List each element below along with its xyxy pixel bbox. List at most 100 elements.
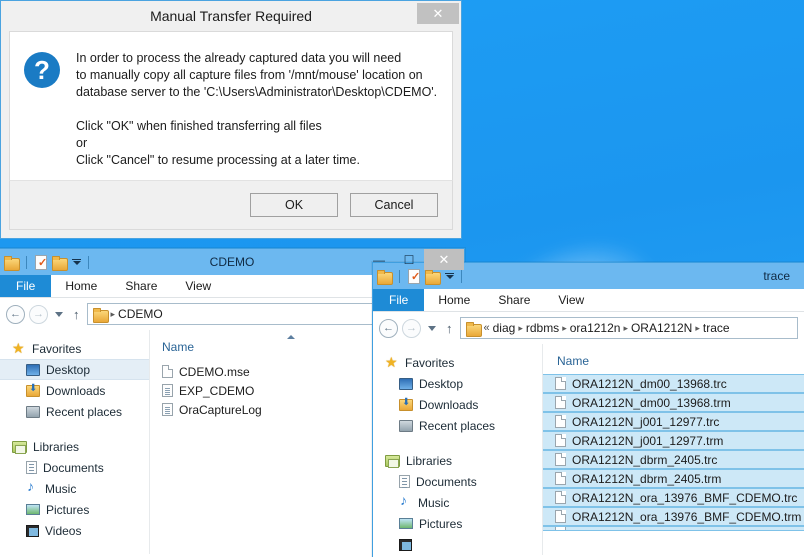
sidebar-item-pictures[interactable]: Pictures: [0, 499, 149, 520]
nav-label: Pictures: [419, 516, 463, 531]
nav-label: Videos: [45, 523, 82, 538]
question-mark-icon: ?: [24, 52, 60, 88]
sidebar-item-recent-places[interactable]: Recent places: [373, 415, 542, 436]
close-icon[interactable]: ✕: [417, 3, 459, 24]
file-name: ORA1212N_dm00_13968.trc: [572, 376, 727, 391]
sidebar-item-videos-partial[interactable]: [373, 534, 542, 555]
sidebar-item-desktop[interactable]: Desktop: [373, 373, 542, 394]
tab-home[interactable]: Home: [424, 289, 484, 311]
nav-header-libraries[interactable]: Libraries: [373, 450, 542, 471]
text-file-icon: [162, 384, 173, 397]
new-folder-icon[interactable]: [52, 255, 68, 271]
tab-file[interactable]: File: [373, 289, 425, 311]
recent-locations-icon[interactable]: [55, 311, 63, 317]
tab-view[interactable]: View: [171, 275, 225, 297]
up-button[interactable]: ↑: [70, 307, 83, 322]
cdemo-titlebar[interactable]: CDEMO — ☐ ✕: [0, 249, 464, 275]
manual-transfer-dialog[interactable]: Manual Transfer Required ✕ ? In order to…: [0, 0, 462, 239]
tab-share[interactable]: Share: [111, 275, 171, 297]
nav-label: Downloads: [419, 397, 479, 412]
sidebar-item-music[interactable]: Music: [0, 478, 149, 499]
breadcrumb-ORA1212N[interactable]: ORA1212N: [631, 321, 692, 335]
nav-group-libraries: Libraries Documents Music Pictures: [0, 436, 149, 541]
trace-navigation-pane[interactable]: Favorites Desktop Downloads Recent place…: [373, 344, 543, 555]
breadcrumb-trace[interactable]: trace: [703, 321, 730, 335]
sidebar-item-downloads[interactable]: Downloads: [0, 380, 149, 401]
up-button[interactable]: ↑: [443, 321, 456, 336]
breadcrumb-ora1212n[interactable]: ora1212n: [570, 321, 621, 335]
sidebar-item-documents[interactable]: Documents: [373, 471, 542, 492]
forward-button[interactable]: →: [402, 318, 421, 338]
sidebar-item-music[interactable]: Music: [373, 492, 542, 513]
table-row[interactable]: ORA1212N_ora_13976_BMF_CDEMO.trm: [543, 507, 804, 526]
table-row[interactable]: ORA1212N_dbrm_2405.trm: [543, 469, 804, 488]
forward-button[interactable]: →: [29, 304, 48, 324]
dialog-titlebar[interactable]: Manual Transfer Required ✕: [1, 1, 461, 31]
file-name: OraCaptureLog: [179, 402, 262, 417]
recent-places-icon: [26, 405, 40, 418]
sidebar-item-pictures[interactable]: Pictures: [373, 513, 542, 534]
sidebar-item-recent-places[interactable]: Recent places: [0, 401, 149, 422]
tab-file[interactable]: File: [0, 275, 52, 297]
downloads-icon: [399, 397, 413, 411]
blank-file-icon: [555, 491, 566, 504]
star-icon: [12, 341, 26, 356]
trace-column-header-name[interactable]: Name: [543, 344, 804, 368]
dialog-footer: OK Cancel: [9, 180, 453, 230]
sidebar-item-desktop[interactable]: Desktop: [0, 359, 149, 380]
cdemo-quick-access-toolbar[interactable]: [4, 255, 92, 271]
file-name: ORA1212N_j001_12977.trc: [572, 414, 720, 429]
cancel-button[interactable]: Cancel: [350, 193, 438, 217]
file-name: CDEMO.mse: [179, 364, 250, 379]
message-line: In order to process the already captured…: [76, 51, 402, 65]
cdemo-navigation-pane[interactable]: Favorites Desktop Downloads Recent place…: [0, 330, 150, 554]
properties-icon[interactable]: [34, 255, 48, 270]
sidebar-item-downloads[interactable]: Downloads: [373, 394, 542, 415]
table-row[interactable]: ORA1212N_j001_12977.trc: [543, 412, 804, 431]
message-line: database server to the 'C:\Users\Adminis…: [76, 85, 438, 99]
table-row[interactable]: ORA1212N_dm00_13968.trm: [543, 393, 804, 412]
table-row[interactable]: ORA1212N_ora_13976_BMF_CDEMO.trc: [543, 488, 804, 507]
libraries-icon: [12, 440, 27, 454]
back-button[interactable]: ←: [379, 318, 398, 338]
trace-ribbon-tabs[interactable]: File Home Share View: [373, 289, 804, 312]
trace-address-bar[interactable]: ← → ↑ « diag ▸ rdbms ▸ ora1212n ▸ ORA121…: [373, 312, 804, 344]
nav-header-libraries[interactable]: Libraries: [0, 436, 149, 457]
back-button[interactable]: ←: [6, 304, 25, 324]
cdemo-window-buttons[interactable]: — ☐ ✕: [364, 249, 464, 275]
recent-locations-icon[interactable]: [428, 325, 436, 331]
breadcrumb-diag[interactable]: diag: [493, 321, 516, 335]
minimize-button[interactable]: —: [364, 249, 394, 270]
nav-header-favorites[interactable]: Favorites: [0, 338, 149, 359]
trace-file-list[interactable]: Name ORA1212N_dm00_13968.trc ORA1212N_dm…: [543, 344, 804, 555]
crumb-separator: ▸: [695, 322, 700, 333]
table-row-partial[interactable]: [543, 526, 804, 531]
nav-header-favorites[interactable]: Favorites: [373, 352, 542, 373]
maximize-button[interactable]: ☐: [394, 249, 424, 270]
table-row[interactable]: ORA1212N_dm00_13968.trc: [543, 374, 804, 393]
chevron-down-icon[interactable]: [71, 259, 81, 265]
breadcrumb-rdbms[interactable]: rdbms: [526, 321, 559, 335]
nav-label: Recent places: [46, 404, 123, 419]
ok-button[interactable]: OK: [250, 193, 338, 217]
folder-icon[interactable]: [4, 255, 20, 271]
crumb-separator: ▸: [562, 322, 567, 333]
close-button[interactable]: ✕: [424, 249, 464, 270]
table-row[interactable]: ORA1212N_j001_12977.trm: [543, 431, 804, 450]
tab-home[interactable]: Home: [51, 275, 111, 297]
table-row[interactable]: ORA1212N_dbrm_2405.trc: [543, 450, 804, 469]
ascending-sort-arrow: [287, 335, 295, 339]
sidebar-item-videos[interactable]: Videos: [0, 520, 149, 541]
address-input[interactable]: « diag ▸ rdbms ▸ ora1212n ▸ ORA1212N ▸ t…: [459, 317, 798, 339]
explorer-window-trace[interactable]: trace File Home Share View ← → ↑ « diag …: [372, 262, 804, 557]
tab-view[interactable]: View: [544, 289, 598, 311]
breadcrumb-cdemo[interactable]: CDEMO: [118, 307, 163, 321]
breadcrumb-overflow[interactable]: «: [484, 322, 490, 334]
sidebar-item-documents[interactable]: Documents: [0, 457, 149, 478]
music-icon: [26, 480, 39, 495]
documents-icon: [399, 475, 410, 488]
tab-share[interactable]: Share: [484, 289, 544, 311]
text-file-icon: [162, 403, 173, 416]
pictures-icon: [399, 518, 413, 529]
